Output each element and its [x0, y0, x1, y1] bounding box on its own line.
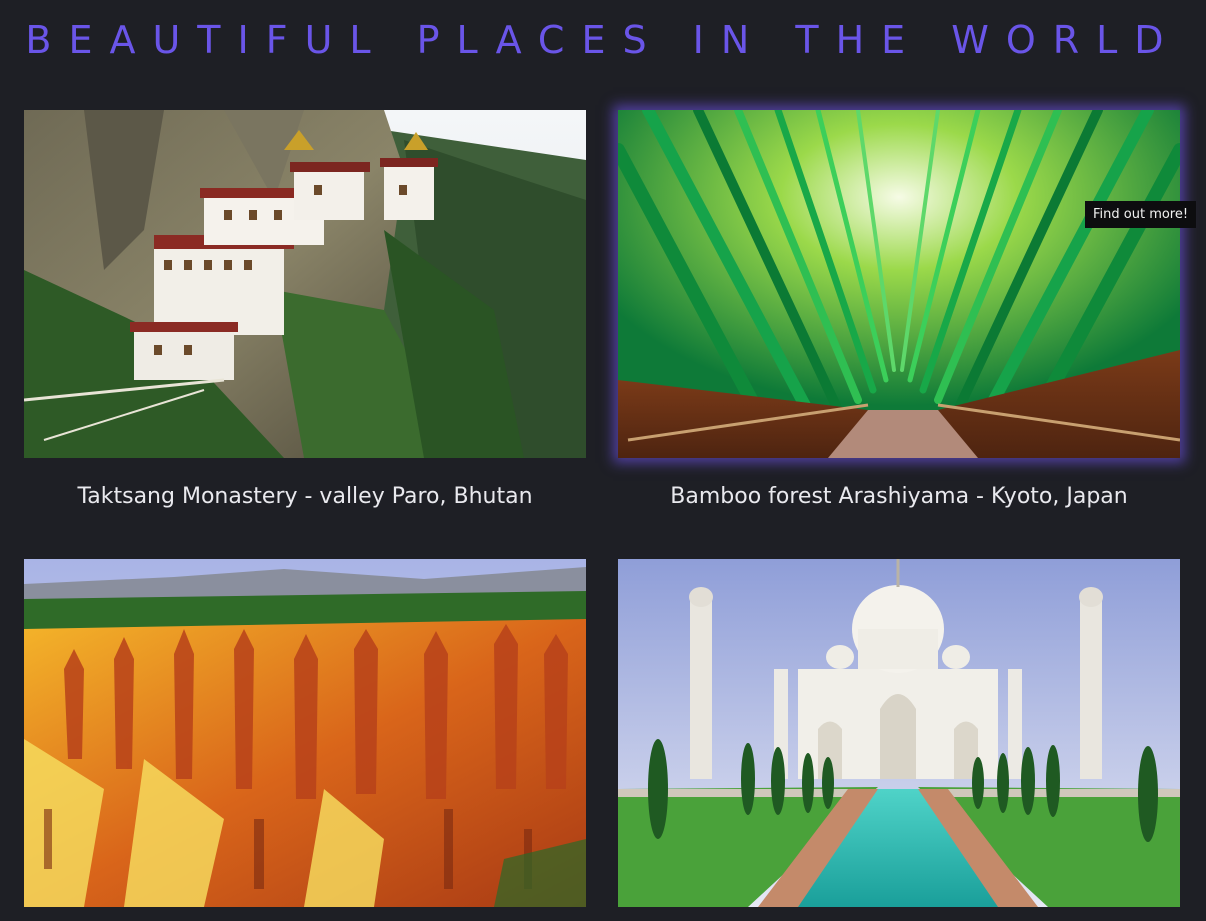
caption-bamboo-forest: Bamboo forest Arashiyama - Kyoto, Japan	[670, 484, 1128, 509]
taj-mahal-image	[618, 559, 1180, 907]
place-card-taj-mahal[interactable]	[618, 559, 1180, 907]
caption-taktsang: Taktsang Monastery - valley Paro, Bhutan	[77, 484, 533, 509]
place-card-bamboo-forest[interactable]	[618, 110, 1180, 458]
taktsang-monastery-image	[24, 110, 586, 458]
bamboo-forest-image	[618, 110, 1180, 458]
place-card-canyon[interactable]	[24, 559, 586, 907]
page-title: BEAUTIFUL PLACES IN THE WORLD	[25, 18, 1181, 62]
find-out-more-tooltip: Find out more!	[1085, 201, 1197, 228]
canyon-hoodoos-image	[24, 559, 586, 907]
place-card-taktsang[interactable]	[24, 110, 586, 458]
